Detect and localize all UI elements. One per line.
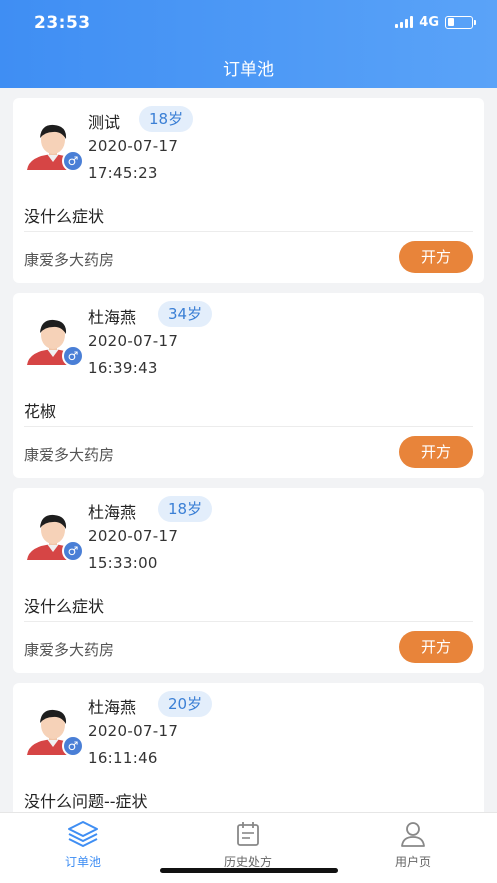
order-time: 16:39:43: [88, 359, 158, 377]
pharmacy-name: 康爱多大药房: [24, 641, 115, 659]
pharmacy-name: 康爱多大药房: [24, 446, 115, 464]
tab-order-pool[interactable]: 订单池: [33, 819, 133, 870]
age-badge: 18岁: [158, 496, 213, 522]
order-card[interactable]: ♂ 测试 18岁 2020-07-17 17:45:23 没什么症状 康爱多大药…: [13, 98, 484, 283]
symptom-text: 没什么症状: [24, 207, 105, 226]
divider: [24, 231, 473, 232]
gender-male-icon: ♂: [62, 345, 84, 367]
gender-male-icon: ♂: [62, 150, 84, 172]
order-time: 17:45:23: [88, 164, 158, 182]
patient-name: 杜海燕: [88, 308, 137, 327]
home-indicator[interactable]: [160, 868, 338, 873]
tab-history-prescriptions[interactable]: 历史处方: [198, 819, 298, 870]
tab-user-page[interactable]: 用户页: [363, 819, 463, 870]
symptom-text: 没什么问题--症状: [24, 792, 148, 811]
patient-name: 杜海燕: [88, 503, 137, 522]
age-badge: 34岁: [158, 301, 213, 327]
tab-label: 用户页: [394, 855, 431, 869]
patient-name: 测试: [88, 113, 121, 132]
network-label: 4G: [419, 14, 439, 30]
pharmacy-name: 康爱多大药房: [24, 251, 115, 269]
gender-male-icon: ♂: [62, 735, 84, 757]
order-date: 2020-07-17: [88, 527, 179, 545]
symptom-text: 没什么症状: [24, 597, 105, 616]
status-indicators: 4G: [395, 14, 476, 30]
status-time: 23:53: [34, 13, 91, 33]
layers-icon: [33, 819, 133, 849]
order-card[interactable]: ♂ 杜海燕 34岁 2020-07-17 16:39:43 花椒 康爱多大药房 …: [13, 293, 484, 478]
order-card[interactable]: ♂ 杜海燕 18岁 2020-07-17 15:33:00 没什么症状 康爱多大…: [13, 488, 484, 673]
gender-male-icon: ♂: [62, 540, 84, 562]
prescribe-button[interactable]: 开方: [399, 241, 473, 273]
calendar-icon: [198, 819, 298, 849]
order-date: 2020-07-17: [88, 332, 179, 350]
order-time: 15:33:00: [88, 554, 158, 572]
age-badge: 18岁: [139, 106, 194, 132]
divider: [24, 621, 473, 622]
signal-icon: [395, 16, 414, 28]
prescribe-button[interactable]: 开方: [399, 631, 473, 663]
prescribe-button[interactable]: 开方: [399, 436, 473, 468]
order-date: 2020-07-17: [88, 722, 179, 740]
user-icon: [363, 819, 463, 849]
symptom-text: 花椒: [24, 402, 57, 421]
patient-name: 杜海燕: [88, 698, 137, 717]
page-title: 订单池: [223, 60, 274, 80]
battery-icon: [445, 15, 476, 29]
order-time: 16:11:46: [88, 749, 158, 767]
divider: [24, 426, 473, 427]
top-bar: 23:53 4G 订单池: [0, 0, 497, 88]
tab-label: 订单池: [64, 855, 101, 869]
age-badge: 20岁: [158, 691, 213, 717]
order-date: 2020-07-17: [88, 137, 179, 155]
